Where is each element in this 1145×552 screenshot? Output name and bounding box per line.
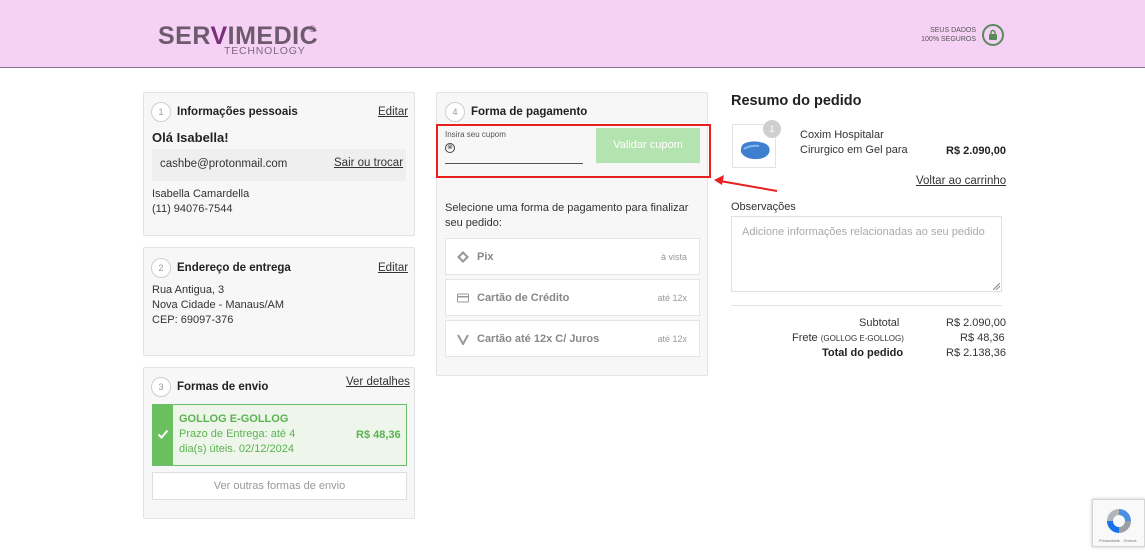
- greeting: Olá Isabella!: [152, 130, 229, 145]
- address-cep: CEP: 69097-376: [152, 314, 234, 326]
- payment-instruction-line1: Selecione uma forma de pagamento para fi…: [445, 202, 689, 214]
- check-icon: [153, 405, 173, 465]
- observations-label: Observações: [731, 201, 796, 213]
- step-number: 1: [151, 102, 171, 122]
- product-price: R$ 2.090,00: [946, 145, 1006, 157]
- validate-coupon-button[interactable]: Validar cupom: [596, 128, 700, 163]
- back-to-cart-link[interactable]: Voltar ao carrinho: [916, 175, 1006, 187]
- coupon-input[interactable]: [445, 140, 583, 164]
- annotation-arrow: [714, 175, 778, 192]
- panel-title: Informações pessoais: [177, 106, 298, 118]
- edit-address-link[interactable]: Editar: [378, 262, 408, 274]
- subtotal-value: R$ 2.090,00: [946, 317, 1006, 329]
- step-number: 2: [151, 258, 171, 278]
- freight-label: Frete (GOLLOG E-GOLLOG): [792, 332, 904, 344]
- payment-option-tag: à vista: [660, 252, 687, 262]
- servimedic-logo[interactable]: SERVIMEDIC ® TECHNOLOGY: [158, 12, 328, 58]
- payment-option-label: Pix: [477, 251, 494, 263]
- shipping-details-link[interactable]: Ver detalhes: [346, 376, 410, 388]
- resize-handle-icon: [993, 283, 1000, 290]
- pix-icon: [457, 251, 469, 263]
- logo-registered-mark: ®: [309, 24, 316, 34]
- address-street: Rua Antigua, 3: [152, 284, 225, 296]
- card-brand-icon: [457, 334, 469, 345]
- order-summary-title: Resumo do pedido: [731, 93, 862, 109]
- subtotal-label: Subtotal: [859, 317, 900, 329]
- logo-subtitle: TECHNOLOGY: [224, 45, 306, 57]
- customer-phone: (11) 94076-7544: [152, 203, 233, 215]
- selected-shipping-option[interactable]: GOLLOG E-GOLLOG Prazo de Entrega: até 4 …: [152, 404, 407, 466]
- recaptcha-footer[interactable]: Privacidade - Termos: [1099, 538, 1137, 543]
- email-text: cashbe@protonmail.com: [160, 158, 288, 170]
- payment-option-pix[interactable]: Pix à vista: [445, 238, 700, 275]
- shipping-address-panel: 2 Endereço de entrega Editar Rua Antigua…: [143, 247, 415, 356]
- payment-option-label: Cartão de Crédito: [477, 292, 570, 304]
- payment-option-credit-card[interactable]: Cartão de Crédito até 12x: [445, 279, 700, 316]
- summary-divider: [731, 305, 1002, 306]
- shipping-name: GOLLOG E-GOLLOG: [179, 413, 289, 425]
- payment-instruction-line2: seu pedido:: [445, 217, 502, 229]
- payment-option-card-interest[interactable]: Cartão até 12x C/ Juros até 12x: [445, 320, 700, 357]
- lock-icon: [982, 24, 1004, 46]
- panel-title: Formas de envio: [177, 381, 269, 393]
- address-city: Nova Cidade - Manaus/AM: [152, 299, 285, 311]
- observations-textarea[interactable]: Adicione informações relacionadas ao seu…: [731, 216, 1002, 292]
- coupon-label: Insira seu cupom: [445, 130, 506, 139]
- edit-personal-link[interactable]: Editar: [378, 106, 408, 118]
- payment-option-tag: até 12x: [657, 334, 687, 344]
- personal-info-panel: 1 Informações pessoais Editar Olá Isabel…: [143, 92, 415, 236]
- freight-value: R$ 48,36: [960, 332, 1005, 344]
- total-value: R$ 2.138,36: [946, 347, 1006, 359]
- quantity-badge: 1: [763, 120, 781, 138]
- logout-link[interactable]: Sair ou trocar: [334, 157, 403, 169]
- total-label: Total do pedido: [822, 347, 904, 359]
- product-name-line1: Coxim Hospitalar: [800, 129, 884, 141]
- recaptcha-badge[interactable]: Privacidade - Termos: [1092, 499, 1145, 547]
- payment-option-tag: até 12x: [657, 293, 687, 303]
- panel-title: Forma de pagamento: [471, 106, 588, 118]
- shipping-deadline-line2: dia(s) úteis. 02/12/2024: [179, 443, 294, 455]
- step-number: 3: [151, 377, 171, 397]
- product-name-line2: Cirurgico em Gel para: [800, 144, 908, 156]
- credit-card-icon: [457, 293, 469, 303]
- customer-name: Isabella Camardella: [152, 188, 250, 200]
- shipping-methods-panel: 3 Formas de envio Ver detalhes GOLLOG E-…: [143, 367, 415, 519]
- site-header: SERVIMEDIC ® TECHNOLOGY SEUS DADOS 100% …: [0, 0, 1145, 68]
- shipping-price: R$ 48,36: [356, 429, 401, 441]
- shipping-deadline-line1: Prazo de Entrega: até 4: [179, 428, 296, 440]
- payment-option-label: Cartão até 12x C/ Juros: [477, 333, 600, 345]
- panel-title: Endereço de entrega: [177, 262, 291, 274]
- other-shipping-button[interactable]: Ver outras formas de envio: [152, 472, 407, 500]
- step-number: 4: [445, 102, 465, 122]
- clear-coupon-icon[interactable]: ⊗: [445, 143, 455, 153]
- recaptcha-icon: [1107, 509, 1131, 533]
- secure-data-badge: SEUS DADOS 100% SEGUROS: [912, 24, 1004, 48]
- email-box: cashbe@protonmail.com Sair ou trocar: [152, 149, 406, 181]
- secure-text: SEUS DADOS 100% SEGUROS: [921, 27, 976, 43]
